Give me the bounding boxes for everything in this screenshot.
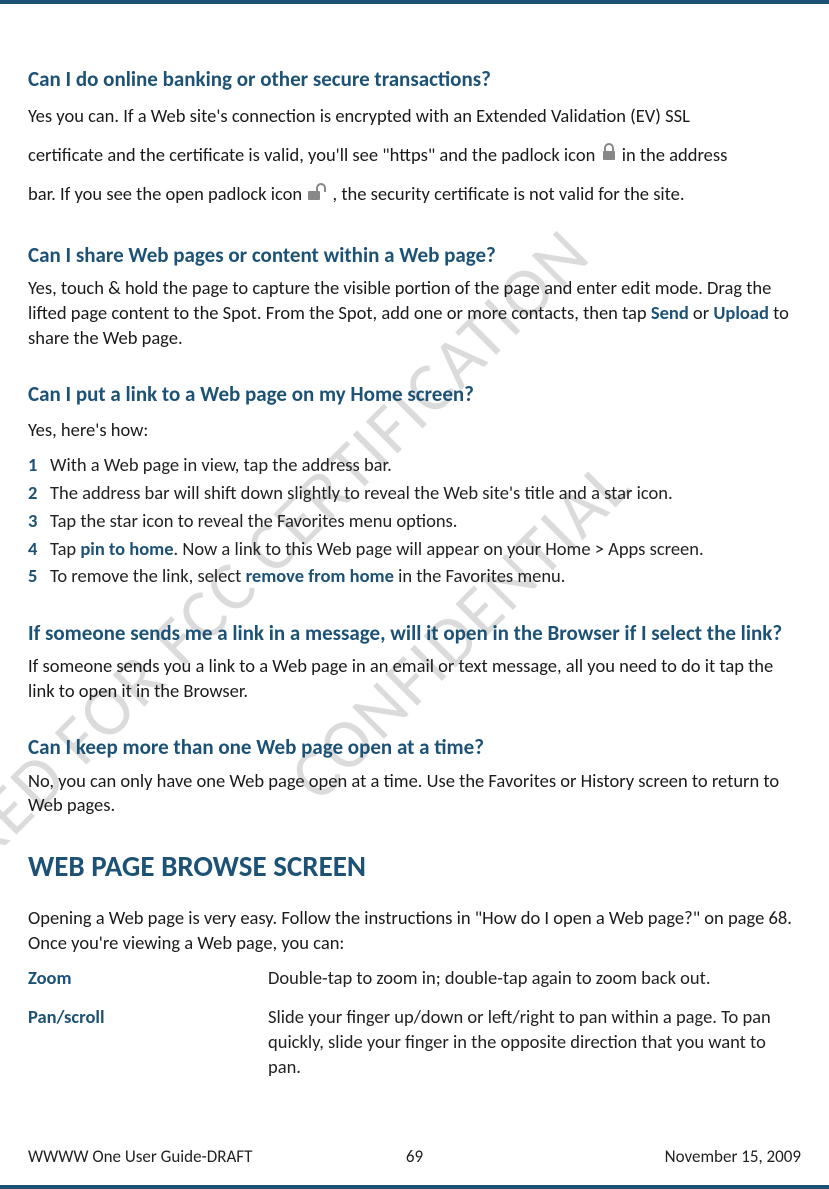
- text: in the address: [622, 143, 728, 166]
- def-pan: Slide your finger up/down or left/right …: [268, 1005, 801, 1080]
- term-zoom: Zoom: [28, 966, 268, 991]
- list-item: 1 With a Web page in view, tap the addre…: [28, 451, 801, 479]
- list-item: 4 Tap pin to home. Now a link to this We…: [28, 535, 801, 563]
- term-pan: Pan/scroll: [28, 1005, 268, 1080]
- heading-share-pages: Can I share Web pages or content within …: [28, 242, 801, 268]
- steps-list: 1 With a Web page in view, tap the addre…: [28, 451, 801, 590]
- footer-page-number: 69: [406, 1146, 423, 1167]
- text: , the security certificate is not valid …: [333, 182, 685, 205]
- step-number: 5: [28, 562, 50, 590]
- text: Tap: [50, 537, 80, 560]
- list-item: 3 Tap the star icon to reveal the Favori…: [28, 507, 801, 535]
- remove-from-home-label: remove from home: [246, 564, 394, 587]
- page: PREPARED FOR FCC CERTIFICATION CONFIDENT…: [0, 0, 829, 1189]
- definition-row-pan: Pan/scroll Slide your finger up/down or …: [28, 1005, 801, 1080]
- heading-link-in-message: If someone sends me a link in a message,…: [28, 620, 801, 646]
- step-number: 4: [28, 535, 50, 563]
- text: certificate and the certificate is valid…: [28, 143, 600, 166]
- text: in the Favorites menu.: [394, 564, 566, 587]
- footer-date: November 15, 2009: [665, 1146, 801, 1167]
- text: . Now a link to this Web page will appea…: [174, 537, 704, 560]
- send-label: Send: [651, 301, 689, 324]
- heading-link-home: Can I put a link to a Web page on my Hom…: [28, 381, 801, 407]
- paragraph: bar. If you see the open padlock icon , …: [28, 178, 801, 212]
- def-zoom: Double-tap to zoom in; double-tap again …: [268, 966, 801, 991]
- step-text: With a Web page in view, tap the address…: [50, 451, 801, 479]
- open-padlock-icon: [306, 179, 328, 211]
- pin-to-home-label: pin to home: [80, 537, 173, 560]
- footer-title: WWWW One User Guide-DRAFT: [28, 1146, 252, 1167]
- heading-multiple-pages: Can I keep more than one Web page open a…: [28, 734, 801, 760]
- paragraph: Yes you can. If a Web site's connection …: [28, 100, 801, 132]
- text: Yes you can. If a Web site's connection …: [28, 104, 690, 127]
- paragraph: Opening a Web page is very easy. Follow …: [28, 906, 801, 956]
- step-text: Tap pin to home. Now a link to this Web …: [50, 535, 801, 563]
- paragraph: certificate and the certificate is valid…: [28, 139, 801, 173]
- list-item: 5 To remove the link, select remove from…: [28, 562, 801, 590]
- paragraph: Yes, here's how:: [28, 416, 801, 444]
- upload-label: Upload: [713, 301, 769, 324]
- step-text: The address bar will shift down slightly…: [50, 479, 801, 507]
- text: To remove the link, select: [50, 564, 246, 587]
- step-text: Tap the star icon to reveal the Favorite…: [50, 507, 801, 535]
- page-footer: WWWW One User Guide-DRAFT 69 November 15…: [28, 1146, 801, 1167]
- page-content: Can I do online banking or other secure …: [28, 66, 801, 1080]
- paragraph: If someone sends you a link to a Web pag…: [28, 654, 801, 704]
- paragraph: No, you can only have one Web page open …: [28, 769, 801, 819]
- paragraph: Yes, touch & hold the page to capture th…: [28, 276, 801, 351]
- heading-secure-transactions: Can I do online banking or other secure …: [28, 66, 801, 92]
- closed-padlock-icon: [600, 139, 618, 171]
- list-item: 2 The address bar will shift down slight…: [28, 479, 801, 507]
- step-number: 2: [28, 479, 50, 507]
- step-number: 1: [28, 451, 50, 479]
- heading-browse-screen: WEB PAGE BROWSE SCREEN: [28, 848, 801, 884]
- step-text: To remove the link, select remove from h…: [50, 562, 801, 590]
- definition-row-zoom: Zoom Double-tap to zoom in; double-tap a…: [28, 966, 801, 991]
- text: or: [689, 301, 714, 324]
- step-number: 3: [28, 507, 50, 535]
- text: bar. If you see the open padlock icon: [28, 182, 306, 205]
